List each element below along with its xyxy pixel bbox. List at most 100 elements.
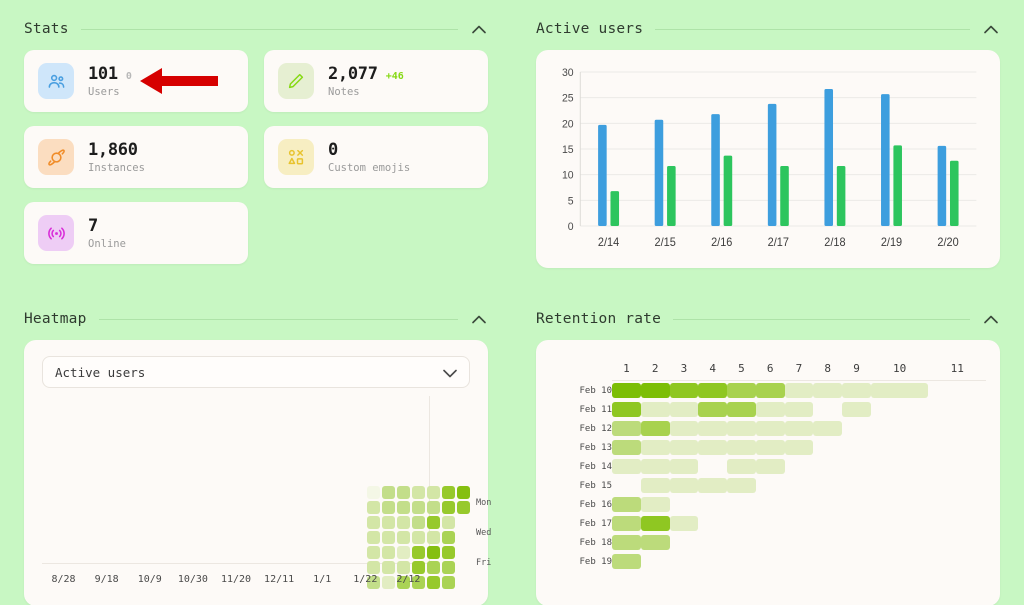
retention-cell[interactable]	[871, 533, 929, 552]
heatmap-cell[interactable]	[457, 531, 470, 544]
heatmap-cell[interactable]	[412, 501, 425, 514]
retention-cell[interactable]	[813, 514, 842, 533]
retention-cell[interactable]	[698, 514, 727, 533]
heatmap-cell[interactable]	[442, 516, 455, 529]
stat-card-online[interactable]: 7 Online	[24, 202, 248, 264]
retention-cell[interactable]	[670, 533, 699, 552]
retention-cell[interactable]	[727, 552, 756, 571]
retention-cell[interactable]	[612, 476, 641, 495]
heatmap-cell[interactable]	[412, 546, 425, 559]
stat-card-notes[interactable]: 2,077 +46 Notes	[264, 50, 488, 112]
retention-cell[interactable]	[871, 552, 929, 571]
retention-cell[interactable]	[785, 495, 814, 514]
retention-cell[interactable]	[756, 533, 785, 552]
heatmap-cell[interactable]	[397, 531, 410, 544]
retention-cell[interactable]	[641, 552, 670, 571]
retention-cell[interactable]	[640, 495, 670, 514]
retention-cell[interactable]	[698, 438, 728, 457]
retention-cell[interactable]	[842, 533, 871, 552]
heatmap-cell[interactable]	[382, 501, 395, 514]
heatmap-metric-select[interactable]: Active users	[42, 356, 470, 388]
retention-cell[interactable]	[698, 533, 727, 552]
table-row[interactable]: Feb 10	[550, 381, 986, 400]
retention-cell[interactable]	[784, 438, 814, 457]
retention-cell[interactable]	[640, 514, 670, 533]
retention-cell[interactable]	[756, 514, 785, 533]
retention-cell[interactable]	[928, 552, 986, 571]
retention-cell[interactable]	[842, 514, 871, 533]
retention-cell[interactable]	[727, 381, 756, 400]
table-row[interactable]: Feb 11	[550, 400, 986, 419]
retention-cell[interactable]	[727, 457, 756, 476]
heatmap-cell[interactable]	[382, 546, 395, 559]
table-row[interactable]: Feb 19	[550, 552, 986, 571]
retention-cell[interactable]	[928, 495, 986, 514]
retention-cell[interactable]	[756, 495, 785, 514]
retention-cell[interactable]	[842, 495, 871, 514]
table-row[interactable]: Feb 14	[550, 457, 986, 476]
retention-cell[interactable]	[842, 457, 871, 476]
retention-cell[interactable]	[698, 476, 728, 495]
retention-cell[interactable]	[842, 400, 871, 419]
heatmap-cell[interactable]	[457, 486, 470, 499]
retention-cell[interactable]	[871, 495, 929, 514]
retention-cell[interactable]	[670, 495, 699, 514]
table-row[interactable]: Feb 18	[550, 533, 986, 552]
retention-cell[interactable]	[785, 533, 814, 552]
retention-cell[interactable]	[928, 419, 986, 438]
heatmap-cell[interactable]	[442, 561, 455, 574]
retention-cell[interactable]	[813, 457, 842, 476]
retention-cell[interactable]	[727, 514, 756, 533]
retention-cell[interactable]	[612, 552, 641, 571]
retention-cell[interactable]	[813, 533, 842, 552]
heatmap-cell[interactable]	[367, 531, 380, 544]
retention-cell[interactable]	[640, 533, 670, 552]
retention-cell[interactable]	[669, 381, 699, 400]
retention-cell[interactable]	[928, 457, 986, 476]
heatmap-cell[interactable]	[397, 516, 410, 529]
retention-cell[interactable]	[727, 495, 756, 514]
heatmap-cell[interactable]	[412, 486, 425, 499]
retention-cell[interactable]	[669, 400, 699, 419]
heatmap-cell[interactable]	[457, 576, 470, 589]
retention-cell[interactable]	[813, 476, 842, 495]
heatmap-cell[interactable]	[412, 516, 425, 529]
retention-cell[interactable]	[928, 476, 986, 495]
heatmap-cell[interactable]	[442, 531, 455, 544]
retention-cell[interactable]	[813, 495, 842, 514]
heatmap-cell[interactable]	[442, 546, 455, 559]
retention-cell[interactable]	[669, 438, 699, 457]
retention-cell[interactable]	[755, 381, 785, 400]
retention-cell[interactable]	[928, 400, 986, 419]
table-row[interactable]: Feb 16	[550, 495, 986, 514]
retention-rate-table[interactable]: 1 2 3 4 5 6 7 8 9 10 11 Feb 10 Feb 11 Feb 12 Feb 13 Feb…	[550, 356, 986, 571]
active-users-bar-chart[interactable]: 0 5 10 15 20 25 30 2/14 2/15 2/16 2/17 2/18 2/19 2/20	[546, 64, 984, 260]
heatmap-cell[interactable]	[397, 501, 410, 514]
retention-cell[interactable]	[842, 419, 871, 438]
retention-cell[interactable]	[727, 476, 756, 495]
heatmap-cell[interactable]	[382, 486, 395, 499]
retention-cell[interactable]	[612, 457, 641, 476]
retention-cell[interactable]	[755, 419, 785, 438]
retention-cell[interactable]	[784, 400, 814, 419]
heatmap-cell[interactable]	[427, 486, 440, 499]
retention-cell[interactable]	[698, 552, 727, 571]
retention-cell[interactable]	[755, 457, 785, 476]
heatmap-cell[interactable]	[427, 546, 440, 559]
retention-cell[interactable]	[785, 514, 814, 533]
retention-cell[interactable]	[669, 476, 699, 495]
heatmap-cell[interactable]	[367, 486, 380, 499]
heatmap-cell[interactable]	[442, 576, 455, 589]
retention-cell[interactable]	[842, 476, 871, 495]
retention-cell[interactable]	[698, 495, 727, 514]
retention-cell[interactable]	[612, 533, 641, 552]
heatmap-cell[interactable]	[367, 546, 380, 559]
table-row[interactable]: Feb 15	[550, 476, 986, 495]
retention-cell[interactable]	[928, 438, 986, 457]
retention-cell[interactable]	[755, 438, 785, 457]
heatmap-cell[interactable]	[457, 546, 470, 559]
retention-cell[interactable]	[785, 476, 814, 495]
retention-cell[interactable]	[842, 381, 871, 400]
chevron-up-icon[interactable]	[982, 310, 1000, 328]
retention-cell[interactable]	[871, 476, 929, 495]
